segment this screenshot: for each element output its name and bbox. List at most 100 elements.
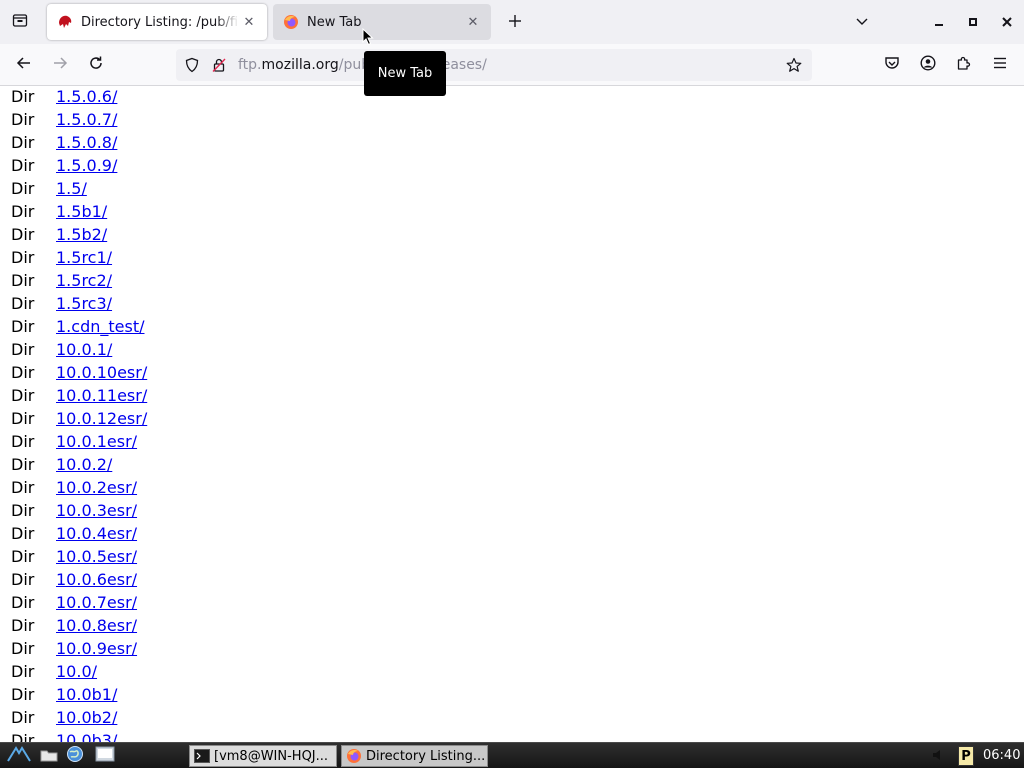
url-prefix: ftp. xyxy=(238,57,262,73)
forward-button[interactable] xyxy=(45,50,75,80)
maximize-icon xyxy=(967,13,979,32)
desktop-taskbar: [vm8@WIN-HQJ... Directory Listing... P 0… xyxy=(0,742,1024,768)
directory-link[interactable]: 1.5.0.7/ xyxy=(56,110,117,129)
directory-link[interactable]: 10.0.2/ xyxy=(56,455,112,474)
entry-type: Dir xyxy=(11,202,35,221)
directory-link[interactable]: 1.5.0.9/ xyxy=(56,156,117,175)
terminal-launcher[interactable] xyxy=(94,746,116,766)
listing-row: Dir 1.5b2/ xyxy=(11,223,147,246)
directory-link[interactable]: 10.0b2/ xyxy=(56,708,117,727)
listing-row: Dir 10.0.4esr/ xyxy=(11,522,147,545)
directory-link[interactable]: 1.5.0.8/ xyxy=(56,133,117,152)
puzzle-piece-icon xyxy=(956,55,972,75)
maximize-window-button[interactable] xyxy=(961,10,985,34)
listing-row: Dir 1.5rc2/ xyxy=(11,269,147,292)
directory-link[interactable]: 1.5b2/ xyxy=(56,225,107,244)
back-button[interactable] xyxy=(9,50,39,80)
globe-icon xyxy=(66,745,84,767)
entry-type: Dir xyxy=(11,662,35,681)
directory-link[interactable]: 1.cdn_test/ xyxy=(56,317,144,336)
directory-link[interactable]: 10.0.1esr/ xyxy=(56,432,137,451)
directory-link[interactable]: 10.0.3esr/ xyxy=(56,501,137,520)
directory-link[interactable]: 10.0.12esr/ xyxy=(56,409,147,428)
directory-link[interactable]: 10.0b1/ xyxy=(56,685,117,704)
terminal-icon xyxy=(95,746,115,766)
listing-row: Dir 10.0.2/ xyxy=(11,453,147,476)
directory-link[interactable]: 10.0.10esr/ xyxy=(56,363,147,382)
listing-row: Dir 1.5/ xyxy=(11,177,147,200)
tray-app-icon[interactable]: P xyxy=(958,746,974,766)
pocket-button[interactable] xyxy=(880,53,904,77)
entry-type: Dir xyxy=(11,501,35,520)
close-tab-icon[interactable]: ✕ xyxy=(463,12,483,32)
entry-type: Dir xyxy=(11,87,35,106)
listing-row: Dir 10.0.3esr/ xyxy=(11,499,147,522)
listing-row: Dir 10.0.1/ xyxy=(11,338,147,361)
directory-link[interactable]: 10.0/ xyxy=(56,662,97,681)
extensions-button[interactable] xyxy=(952,53,976,77)
hamburger-menu-icon xyxy=(992,55,1008,75)
listing-row: Dir 1.5.0.6/ xyxy=(11,86,147,108)
entry-type: Dir xyxy=(11,363,35,382)
close-tab-icon[interactable]: ✕ xyxy=(239,12,259,32)
insecure-connection-icon[interactable] xyxy=(209,55,229,75)
arrow-right-icon xyxy=(52,55,68,75)
account-button[interactable] xyxy=(916,53,940,77)
reload-button[interactable] xyxy=(81,50,111,80)
directory-link[interactable]: 1.5rc3/ xyxy=(56,294,112,313)
ftp-favicon xyxy=(57,14,73,30)
navigation-toolbar: ftp.mozilla.org/pub/firefox/releases/ xyxy=(0,44,1024,86)
tab-directory-listing[interactable]: Directory Listing: /pub/firefox/releases… xyxy=(47,4,267,40)
taskbar-item-label: Directory Listing... xyxy=(366,748,486,764)
entry-type: Dir xyxy=(11,455,35,474)
listing-row: Dir 10.0/ xyxy=(11,660,147,683)
entry-type: Dir xyxy=(11,547,35,566)
directory-link[interactable]: 10.0.2esr/ xyxy=(56,478,137,497)
entry-type: Dir xyxy=(11,179,35,198)
tab-new-tab[interactable]: New Tab ✕ xyxy=(273,4,491,40)
directory-link[interactable]: 1.5/ xyxy=(56,179,87,198)
listing-row: Dir 10.0.6esr/ xyxy=(11,568,147,591)
tracking-protection-shield-icon[interactable] xyxy=(182,55,202,75)
directory-link[interactable]: 1.5rc1/ xyxy=(56,248,112,267)
directory-link[interactable]: 10.0b3/ xyxy=(56,731,117,742)
tab-tooltip: New Tab xyxy=(364,51,446,96)
entry-type: Dir xyxy=(11,616,35,635)
directory-link[interactable]: 10.0.8esr/ xyxy=(56,616,137,635)
url-text[interactable]: ftp.mozilla.org/pub/firefox/releases/ xyxy=(238,57,487,73)
web-browser-launcher[interactable] xyxy=(64,746,86,766)
listing-row: Dir 10.0.2esr/ xyxy=(11,476,147,499)
new-tab-button[interactable] xyxy=(502,8,528,36)
application-menu-button[interactable] xyxy=(988,53,1012,77)
bookmark-star-icon[interactable] xyxy=(784,55,804,75)
directory-link[interactable]: 10.0.11esr/ xyxy=(56,386,147,405)
directory-link[interactable]: 10.0.9esr/ xyxy=(56,639,137,658)
tab-strip: Directory Listing: /pub/firefox/releases… xyxy=(0,0,1024,44)
directory-link[interactable]: 10.0.5esr/ xyxy=(56,547,137,566)
directory-link[interactable]: 10.0.1/ xyxy=(56,340,112,359)
firefox-view-button[interactable] xyxy=(4,6,36,38)
minimize-window-button[interactable] xyxy=(927,10,951,34)
directory-link[interactable]: 1.5rc2/ xyxy=(56,271,112,290)
entry-type: Dir xyxy=(11,524,35,543)
tab-title: New Tab xyxy=(307,14,362,30)
start-menu-button[interactable] xyxy=(4,746,34,766)
list-all-tabs-button[interactable] xyxy=(850,10,874,34)
directory-link[interactable]: 1.5b1/ xyxy=(56,202,107,221)
entry-type: Dir xyxy=(11,294,35,313)
directory-link[interactable]: 1.5.0.6/ xyxy=(56,87,117,106)
terminal-icon xyxy=(194,748,210,764)
address-bar[interactable]: ftp.mozilla.org/pub/firefox/releases/ xyxy=(176,49,812,81)
volume-control[interactable] xyxy=(928,746,950,766)
taskbar-item-firefox[interactable]: Directory Listing... xyxy=(341,745,488,767)
reload-icon xyxy=(88,55,104,75)
close-window-button[interactable] xyxy=(995,10,1019,34)
directory-link[interactable]: 10.0.7esr/ xyxy=(56,593,137,612)
directory-link[interactable]: 10.0.6esr/ xyxy=(56,570,137,589)
file-manager-launcher[interactable] xyxy=(38,746,60,766)
taskbar-item-terminal[interactable]: [vm8@WIN-HQJ... xyxy=(189,745,337,767)
entry-type: Dir xyxy=(11,432,35,451)
arrow-left-icon xyxy=(16,55,32,75)
entry-type: Dir xyxy=(11,133,35,152)
directory-link[interactable]: 10.0.4esr/ xyxy=(56,524,137,543)
